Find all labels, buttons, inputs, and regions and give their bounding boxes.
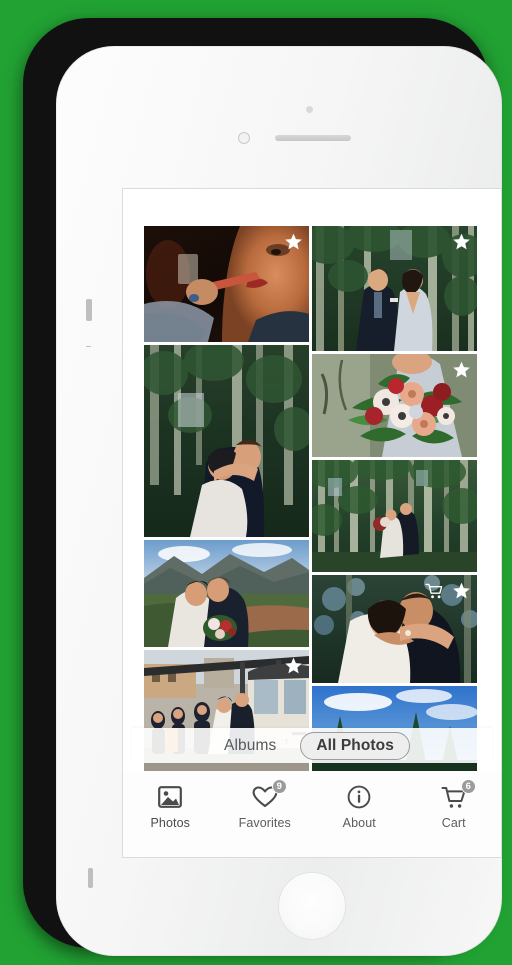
favorites-icon-wrap: 9 bbox=[248, 779, 287, 811]
photo-tile[interactable] bbox=[144, 226, 309, 342]
star-icon[interactable] bbox=[284, 232, 303, 251]
earpiece-speaker-grille bbox=[275, 135, 351, 141]
star-icon[interactable] bbox=[452, 232, 471, 251]
tab-cart[interactable]: 6 Cart bbox=[413, 779, 495, 830]
phone-screen: T bbox=[123, 189, 501, 857]
segment-option-albums[interactable]: Albums bbox=[214, 734, 286, 758]
info-icon bbox=[347, 785, 371, 809]
photo-tile-badges bbox=[452, 232, 471, 251]
photo-couple-aspen-embrace-image bbox=[144, 345, 309, 537]
image-icon bbox=[158, 786, 183, 808]
photo-tile[interactable] bbox=[312, 354, 477, 457]
cart-badge: 6 bbox=[460, 779, 476, 794]
photo-tile[interactable] bbox=[312, 575, 477, 683]
tab-about-label: About bbox=[342, 816, 376, 830]
photo-grid-column-left: T bbox=[144, 226, 309, 771]
star-icon[interactable] bbox=[452, 360, 471, 379]
phone-body-bezel: T bbox=[56, 46, 502, 956]
photo-grid[interactable]: T bbox=[123, 189, 501, 771]
photo-tile-badges bbox=[284, 656, 303, 675]
photo-mountain-kiss-image bbox=[144, 540, 309, 647]
photos-icon-wrap bbox=[153, 783, 187, 811]
photo-tile-badges bbox=[452, 360, 471, 379]
tab-favorites-label: Favorites bbox=[238, 816, 291, 830]
favorites-badge: 9 bbox=[271, 779, 287, 794]
photo-tile-badges bbox=[425, 581, 471, 600]
bottom-tab-bar: Photos 9 Favorites About 6 Cart bbox=[123, 771, 501, 857]
cart-icon[interactable] bbox=[425, 583, 443, 599]
front-camera-icon bbox=[306, 106, 313, 113]
volume-up-button[interactable] bbox=[86, 346, 91, 347]
tab-about[interactable]: About bbox=[318, 783, 400, 830]
photo-tile[interactable] bbox=[312, 460, 477, 572]
segment-option-all-photos[interactable]: All Photos bbox=[300, 731, 410, 760]
phone-device-outer-shell: T bbox=[23, 18, 502, 956]
tab-photos[interactable]: Photos bbox=[129, 783, 211, 830]
photo-tile[interactable] bbox=[144, 345, 309, 537]
photo-tile[interactable] bbox=[312, 226, 477, 351]
photo-tile[interactable] bbox=[144, 540, 309, 647]
home-button[interactable] bbox=[278, 872, 346, 940]
tab-cart-label: Cart bbox=[441, 816, 466, 830]
star-icon[interactable] bbox=[452, 581, 471, 600]
photo-tile-badges bbox=[284, 232, 303, 251]
photo-grid-column-right bbox=[312, 226, 477, 771]
photo-aspen-grove-wide-image bbox=[312, 460, 477, 572]
star-icon[interactable] bbox=[284, 656, 303, 675]
cart-icon-wrap: 6 bbox=[437, 779, 476, 811]
tab-photos-label: Photos bbox=[150, 816, 191, 830]
silent-switch-button[interactable] bbox=[86, 299, 92, 321]
antenna-line-left bbox=[88, 868, 93, 888]
tab-favorites[interactable]: 9 Favorites bbox=[224, 779, 306, 830]
about-icon-wrap bbox=[342, 783, 376, 811]
photo-scope-segmented-control[interactable]: Albums All Photos bbox=[132, 728, 492, 763]
proximity-sensor-icon bbox=[238, 132, 250, 144]
